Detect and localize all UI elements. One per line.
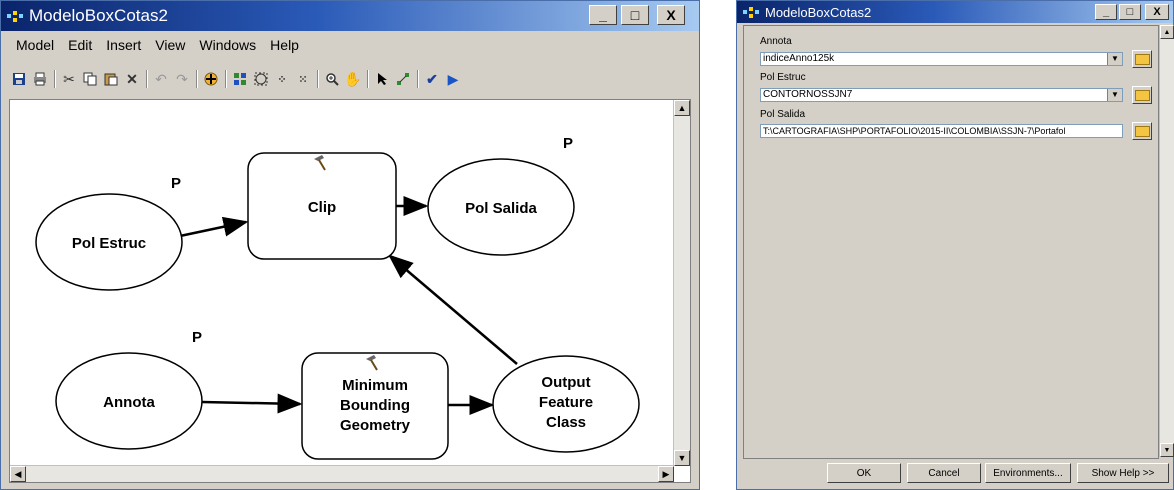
scroll-down-arrow-icon[interactable]: ▼ xyxy=(674,450,690,466)
model-app-icon xyxy=(7,9,25,23)
validate-icon[interactable]: ✔ xyxy=(422,69,442,89)
connect-icon[interactable] xyxy=(393,69,413,89)
annota-select[interactable]: indiceAnno125k ▼ xyxy=(760,52,1123,66)
redo-icon[interactable]: ↷ xyxy=(172,69,192,89)
cut-icon[interactable]: ✂ xyxy=(59,69,79,89)
pol-salida-input[interactable]: T:\CARTOGRAFIA\SHP\PORTAFOLIO\2015-II\CO… xyxy=(760,124,1123,138)
pol-estruc-value: CONTORNOSSJN7 xyxy=(763,89,853,100)
parameters-panel: Annota indiceAnno125k ▼ Pol Estruc CONTO… xyxy=(743,25,1159,459)
param-marker-pol-estruc: P xyxy=(171,175,181,192)
ok-button[interactable]: OK xyxy=(827,463,901,483)
toolbar-separator xyxy=(196,70,198,88)
node-mbg-label-line2: Bounding xyxy=(340,397,410,414)
annota-value: indiceAnno125k xyxy=(763,53,835,64)
scroll-up-arrow-icon[interactable]: ▲ xyxy=(674,100,690,116)
tool-dialog-window: ModeloBoxCotas2 _ □ X Annota indiceAnno1… xyxy=(736,0,1174,490)
connector-polestruc-clip[interactable] xyxy=(179,216,249,238)
param-marker-pol-salida: P xyxy=(563,135,573,152)
model-canvas[interactable]: Pol Estruc P Clip Pol Salida P Annota P … xyxy=(9,99,691,483)
horizontal-scrollbar[interactable]: ◀ ▶ xyxy=(10,465,674,482)
scroll-right-arrow-icon[interactable]: ▶ xyxy=(658,466,674,482)
environments-button[interactable]: Environments... xyxy=(985,463,1071,483)
copy-icon[interactable] xyxy=(80,69,100,89)
toolbar-separator xyxy=(417,70,419,88)
node-annota-label: Annota xyxy=(103,394,155,411)
select-icon[interactable] xyxy=(372,69,392,89)
scroll-left-arrow-icon[interactable]: ◀ xyxy=(10,466,26,482)
node-clip-label: Clip xyxy=(308,199,336,216)
close-button[interactable]: X xyxy=(657,5,685,25)
full-extent-icon[interactable] xyxy=(251,69,271,89)
delete-icon[interactable]: ✕ xyxy=(122,69,142,89)
annota-browse-folder-icon[interactable] xyxy=(1132,50,1152,68)
menu-bar: Model Edit Insert View Windows Help xyxy=(9,37,306,53)
chevron-down-icon[interactable]: ▼ xyxy=(1107,89,1122,101)
model-diagram: Pol Estruc P Clip Pol Salida P Annota P … xyxy=(35,135,640,460)
show-help-button[interactable]: Show Help >> xyxy=(1077,463,1169,483)
toolbar-separator xyxy=(317,70,319,88)
toolbar-separator xyxy=(225,70,227,88)
node-output-label-line1: Output xyxy=(541,374,590,391)
connector-output-clip[interactable] xyxy=(388,254,518,365)
param-marker-annota: P xyxy=(192,329,202,346)
menu-windows[interactable]: Windows xyxy=(192,37,263,53)
node-output-label-line3: Class xyxy=(546,414,586,431)
node-pol-salida-label: Pol Salida xyxy=(465,200,537,217)
node-mbg-label-line3: Geometry xyxy=(340,417,411,434)
dialog-vertical-scrollbar[interactable]: ▲ ▼ xyxy=(1159,25,1174,457)
chevron-down-icon[interactable]: ▼ xyxy=(1107,53,1122,65)
toolbar-separator xyxy=(146,70,148,88)
node-output-label-line2: Feature xyxy=(539,394,593,411)
auto-layout-icon[interactable] xyxy=(230,69,250,89)
pan-icon[interactable]: ✋ xyxy=(343,69,363,89)
add-data-icon[interactable] xyxy=(201,69,221,89)
annota-label: Annota xyxy=(760,36,792,47)
pol-salida-value: T:\CARTOGRAFIA\SHP\PORTAFOLIO\2015-II\CO… xyxy=(763,126,1066,136)
undo-icon[interactable]: ↶ xyxy=(151,69,171,89)
zoom-in-fixed-icon[interactable]: ⁘ xyxy=(272,69,292,89)
pol-salida-browse-folder-icon[interactable] xyxy=(1132,122,1152,140)
dialog-minimize-button[interactable]: _ xyxy=(1095,4,1117,20)
zoom-in-icon[interactable] xyxy=(322,69,342,89)
toolbar-separator xyxy=(54,70,56,88)
dialog-title: ModeloBoxCotas2 xyxy=(765,4,872,20)
pol-estruc-label: Pol Estruc xyxy=(760,72,806,83)
node-pol-estruc-label: Pol Estruc xyxy=(72,235,146,252)
model-app-icon xyxy=(743,6,761,18)
menu-model[interactable]: Model xyxy=(9,37,61,53)
menu-edit[interactable]: Edit xyxy=(61,37,99,53)
run-icon[interactable]: ▶ xyxy=(443,69,463,89)
pol-estruc-browse-folder-icon[interactable] xyxy=(1132,86,1152,104)
scroll-up-arrow-icon[interactable]: ▲ xyxy=(1160,25,1174,39)
toolbar-separator xyxy=(367,70,369,88)
print-icon[interactable] xyxy=(30,69,50,89)
pol-estruc-select[interactable]: CONTORNOSSJN7 ▼ xyxy=(760,88,1123,102)
dialog-maximize-button[interactable]: □ xyxy=(1119,4,1141,20)
menu-insert[interactable]: Insert xyxy=(99,37,148,53)
maximize-button[interactable]: □ xyxy=(621,5,649,25)
node-mbg-label-line1: Minimum xyxy=(342,377,408,394)
menu-view[interactable]: View xyxy=(148,37,192,53)
scroll-down-arrow-icon[interactable]: ▼ xyxy=(1160,443,1174,457)
paste-icon[interactable] xyxy=(101,69,121,89)
minimize-button[interactable]: _ xyxy=(589,5,617,25)
dialog-close-button[interactable]: X xyxy=(1145,4,1169,20)
cancel-button[interactable]: Cancel xyxy=(907,463,981,483)
menu-help[interactable]: Help xyxy=(263,37,306,53)
window-title: ModeloBoxCotas2 xyxy=(29,6,168,25)
modelbuilder-window: ModeloBoxCotas2 _ □ X Model Edit Insert … xyxy=(0,0,700,490)
pol-salida-label: Pol Salida xyxy=(760,109,806,120)
vertical-scrollbar[interactable]: ▲ ▼ xyxy=(673,100,690,466)
connector-annota-mbg[interactable] xyxy=(201,393,303,414)
save-icon[interactable] xyxy=(9,69,29,89)
toolbar: ✂ ✕ ↶ ↷ ⁘ ⁙ ✋ ✔ ▶ xyxy=(9,67,464,91)
zoom-out-fixed-icon[interactable]: ⁙ xyxy=(293,69,313,89)
